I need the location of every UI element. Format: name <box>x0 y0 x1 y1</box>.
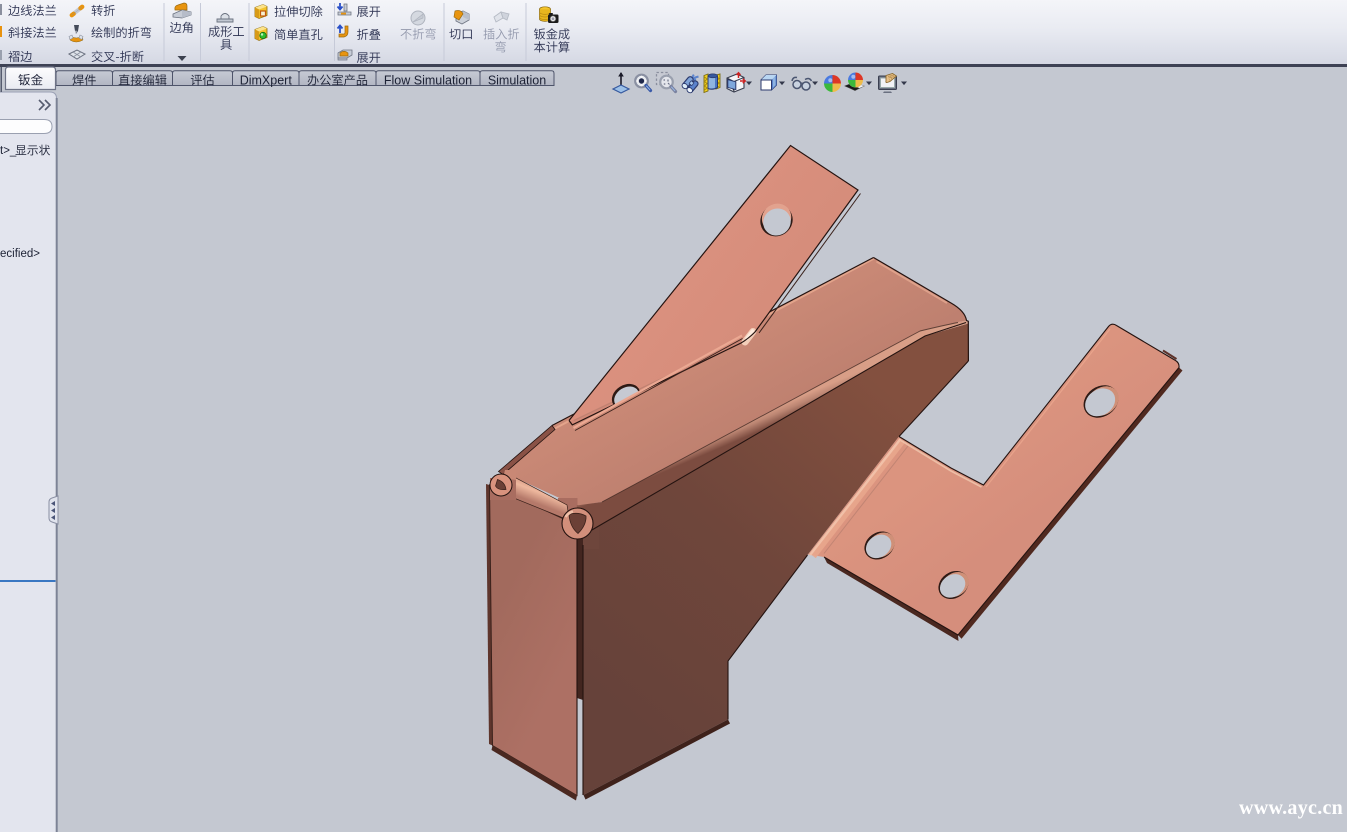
svg-text:www.ayc.cn: www.ayc.cn <box>1239 797 1343 819</box>
svg-text:Flow Simulation: Flow Simulation <box>384 74 472 88</box>
svg-text:ecified>: ecified> <box>0 248 40 260</box>
svg-text:DimXpert: DimXpert <box>240 74 293 88</box>
svg-text:t>_: t>_ <box>0 145 17 157</box>
svg-text:Simulation: Simulation <box>488 74 546 88</box>
